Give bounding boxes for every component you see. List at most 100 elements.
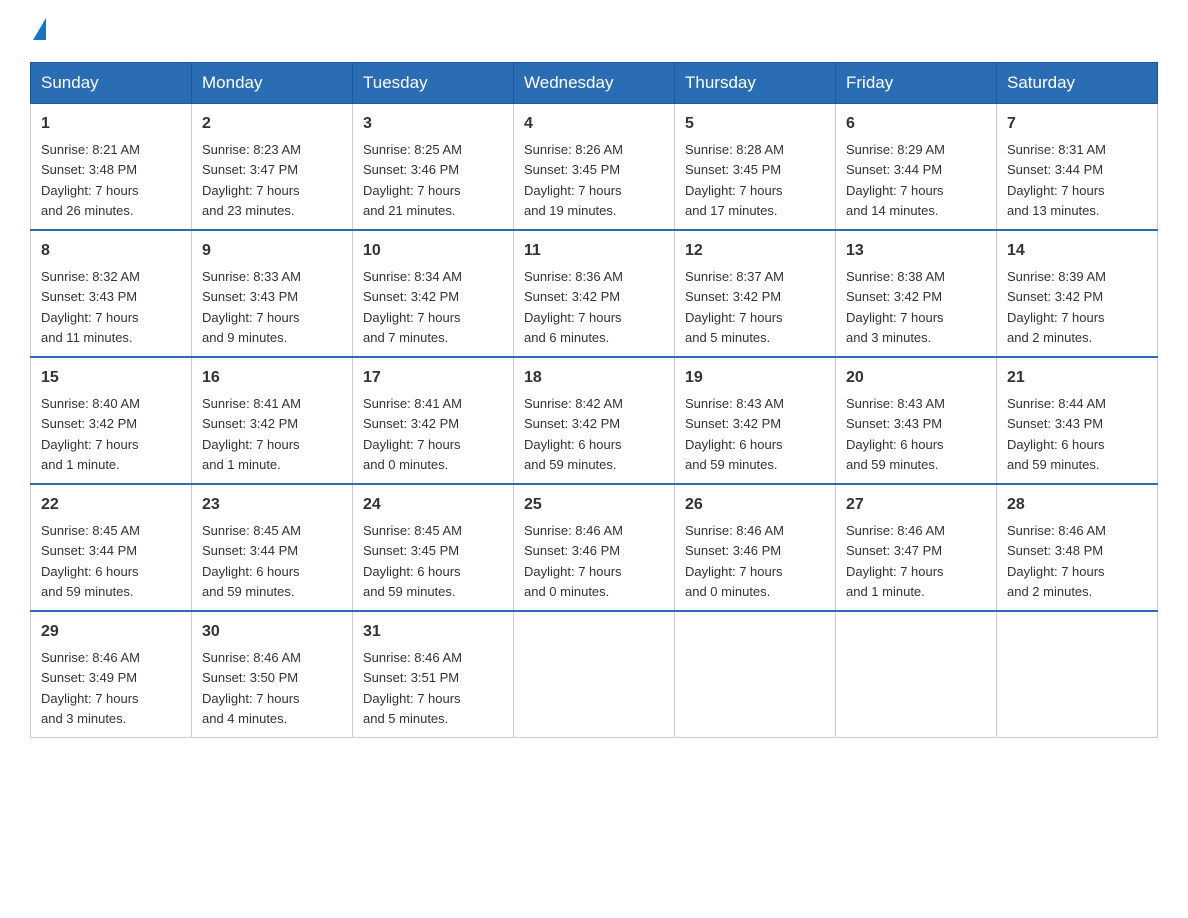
calendar-day-cell: 25 Sunrise: 8:46 AMSunset: 3:46 PMDaylig…: [514, 484, 675, 611]
day-number: 20: [846, 366, 986, 390]
calendar-day-cell: 7 Sunrise: 8:31 AMSunset: 3:44 PMDayligh…: [997, 104, 1158, 231]
day-info: Sunrise: 8:44 AMSunset: 3:43 PMDaylight:…: [1007, 396, 1106, 472]
calendar-day-cell: 27 Sunrise: 8:46 AMSunset: 3:47 PMDaylig…: [836, 484, 997, 611]
day-of-week-header: Sunday: [31, 63, 192, 104]
day-info: Sunrise: 8:43 AMSunset: 3:43 PMDaylight:…: [846, 396, 945, 472]
day-info: Sunrise: 8:31 AMSunset: 3:44 PMDaylight:…: [1007, 142, 1106, 218]
day-number: 30: [202, 620, 342, 644]
calendar-day-cell: 1 Sunrise: 8:21 AMSunset: 3:48 PMDayligh…: [31, 104, 192, 231]
day-info: Sunrise: 8:46 AMSunset: 3:50 PMDaylight:…: [202, 650, 301, 726]
day-info: Sunrise: 8:43 AMSunset: 3:42 PMDaylight:…: [685, 396, 784, 472]
day-number: 6: [846, 112, 986, 136]
day-info: Sunrise: 8:25 AMSunset: 3:46 PMDaylight:…: [363, 142, 462, 218]
logo: [30, 20, 46, 42]
calendar-header-row: SundayMondayTuesdayWednesdayThursdayFrid…: [31, 63, 1158, 104]
day-of-week-header: Thursday: [675, 63, 836, 104]
day-number: 16: [202, 366, 342, 390]
calendar-day-cell: 22 Sunrise: 8:45 AMSunset: 3:44 PMDaylig…: [31, 484, 192, 611]
day-number: 27: [846, 493, 986, 517]
day-info: Sunrise: 8:23 AMSunset: 3:47 PMDaylight:…: [202, 142, 301, 218]
day-info: Sunrise: 8:38 AMSunset: 3:42 PMDaylight:…: [846, 269, 945, 345]
calendar-day-cell: 4 Sunrise: 8:26 AMSunset: 3:45 PMDayligh…: [514, 104, 675, 231]
day-number: 29: [41, 620, 181, 644]
day-number: 25: [524, 493, 664, 517]
day-info: Sunrise: 8:45 AMSunset: 3:44 PMDaylight:…: [202, 523, 301, 599]
calendar-day-cell: 13 Sunrise: 8:38 AMSunset: 3:42 PMDaylig…: [836, 230, 997, 357]
day-info: Sunrise: 8:26 AMSunset: 3:45 PMDaylight:…: [524, 142, 623, 218]
day-number: 3: [363, 112, 503, 136]
day-number: 5: [685, 112, 825, 136]
calendar-day-cell: 15 Sunrise: 8:40 AMSunset: 3:42 PMDaylig…: [31, 357, 192, 484]
day-number: 22: [41, 493, 181, 517]
day-number: 10: [363, 239, 503, 263]
day-number: 26: [685, 493, 825, 517]
day-number: 21: [1007, 366, 1147, 390]
calendar-day-cell: 10 Sunrise: 8:34 AMSunset: 3:42 PMDaylig…: [353, 230, 514, 357]
calendar-week-row: 15 Sunrise: 8:40 AMSunset: 3:42 PMDaylig…: [31, 357, 1158, 484]
day-info: Sunrise: 8:46 AMSunset: 3:47 PMDaylight:…: [846, 523, 945, 599]
day-info: Sunrise: 8:45 AMSunset: 3:44 PMDaylight:…: [41, 523, 140, 599]
calendar-day-cell: 31 Sunrise: 8:46 AMSunset: 3:51 PMDaylig…: [353, 611, 514, 738]
day-number: 15: [41, 366, 181, 390]
day-info: Sunrise: 8:41 AMSunset: 3:42 PMDaylight:…: [202, 396, 301, 472]
day-number: 8: [41, 239, 181, 263]
day-number: 2: [202, 112, 342, 136]
calendar-table: SundayMondayTuesdayWednesdayThursdayFrid…: [30, 62, 1158, 738]
logo-arrow-icon: [33, 18, 46, 40]
calendar-day-cell: 2 Sunrise: 8:23 AMSunset: 3:47 PMDayligh…: [192, 104, 353, 231]
calendar-day-cell: 16 Sunrise: 8:41 AMSunset: 3:42 PMDaylig…: [192, 357, 353, 484]
day-info: Sunrise: 8:28 AMSunset: 3:45 PMDaylight:…: [685, 142, 784, 218]
calendar-week-row: 29 Sunrise: 8:46 AMSunset: 3:49 PMDaylig…: [31, 611, 1158, 738]
day-info: Sunrise: 8:40 AMSunset: 3:42 PMDaylight:…: [41, 396, 140, 472]
day-of-week-header: Wednesday: [514, 63, 675, 104]
day-info: Sunrise: 8:45 AMSunset: 3:45 PMDaylight:…: [363, 523, 462, 599]
day-info: Sunrise: 8:46 AMSunset: 3:49 PMDaylight:…: [41, 650, 140, 726]
day-number: 24: [363, 493, 503, 517]
day-number: 11: [524, 239, 664, 263]
calendar-day-cell: 28 Sunrise: 8:46 AMSunset: 3:48 PMDaylig…: [997, 484, 1158, 611]
calendar-day-cell: 17 Sunrise: 8:41 AMSunset: 3:42 PMDaylig…: [353, 357, 514, 484]
day-of-week-header: Saturday: [997, 63, 1158, 104]
day-number: 31: [363, 620, 503, 644]
day-info: Sunrise: 8:46 AMSunset: 3:48 PMDaylight:…: [1007, 523, 1106, 599]
day-number: 14: [1007, 239, 1147, 263]
day-info: Sunrise: 8:29 AMSunset: 3:44 PMDaylight:…: [846, 142, 945, 218]
day-info: Sunrise: 8:46 AMSunset: 3:51 PMDaylight:…: [363, 650, 462, 726]
calendar-day-cell: 21 Sunrise: 8:44 AMSunset: 3:43 PMDaylig…: [997, 357, 1158, 484]
day-of-week-header: Tuesday: [353, 63, 514, 104]
calendar-day-cell: 5 Sunrise: 8:28 AMSunset: 3:45 PMDayligh…: [675, 104, 836, 231]
day-number: 7: [1007, 112, 1147, 136]
calendar-day-cell: 20 Sunrise: 8:43 AMSunset: 3:43 PMDaylig…: [836, 357, 997, 484]
calendar-day-cell: 9 Sunrise: 8:33 AMSunset: 3:43 PMDayligh…: [192, 230, 353, 357]
calendar-day-cell: 6 Sunrise: 8:29 AMSunset: 3:44 PMDayligh…: [836, 104, 997, 231]
day-number: 17: [363, 366, 503, 390]
day-info: Sunrise: 8:41 AMSunset: 3:42 PMDaylight:…: [363, 396, 462, 472]
calendar-day-cell: [514, 611, 675, 738]
day-number: 23: [202, 493, 342, 517]
calendar-day-cell: 3 Sunrise: 8:25 AMSunset: 3:46 PMDayligh…: [353, 104, 514, 231]
day-info: Sunrise: 8:34 AMSunset: 3:42 PMDaylight:…: [363, 269, 462, 345]
calendar-day-cell: 24 Sunrise: 8:45 AMSunset: 3:45 PMDaylig…: [353, 484, 514, 611]
day-number: 18: [524, 366, 664, 390]
day-info: Sunrise: 8:46 AMSunset: 3:46 PMDaylight:…: [524, 523, 623, 599]
day-number: 4: [524, 112, 664, 136]
calendar-day-cell: 19 Sunrise: 8:43 AMSunset: 3:42 PMDaylig…: [675, 357, 836, 484]
day-number: 19: [685, 366, 825, 390]
day-info: Sunrise: 8:42 AMSunset: 3:42 PMDaylight:…: [524, 396, 623, 472]
calendar-day-cell: [997, 611, 1158, 738]
page-header: [30, 20, 1158, 42]
day-info: Sunrise: 8:32 AMSunset: 3:43 PMDaylight:…: [41, 269, 140, 345]
day-info: Sunrise: 8:36 AMSunset: 3:42 PMDaylight:…: [524, 269, 623, 345]
day-of-week-header: Monday: [192, 63, 353, 104]
day-number: 9: [202, 239, 342, 263]
calendar-day-cell: 12 Sunrise: 8:37 AMSunset: 3:42 PMDaylig…: [675, 230, 836, 357]
day-number: 12: [685, 239, 825, 263]
day-info: Sunrise: 8:46 AMSunset: 3:46 PMDaylight:…: [685, 523, 784, 599]
calendar-week-row: 8 Sunrise: 8:32 AMSunset: 3:43 PMDayligh…: [31, 230, 1158, 357]
day-info: Sunrise: 8:37 AMSunset: 3:42 PMDaylight:…: [685, 269, 784, 345]
calendar-day-cell: [675, 611, 836, 738]
calendar-day-cell: 11 Sunrise: 8:36 AMSunset: 3:42 PMDaylig…: [514, 230, 675, 357]
calendar-day-cell: 30 Sunrise: 8:46 AMSunset: 3:50 PMDaylig…: [192, 611, 353, 738]
day-number: 1: [41, 112, 181, 136]
calendar-day-cell: 29 Sunrise: 8:46 AMSunset: 3:49 PMDaylig…: [31, 611, 192, 738]
